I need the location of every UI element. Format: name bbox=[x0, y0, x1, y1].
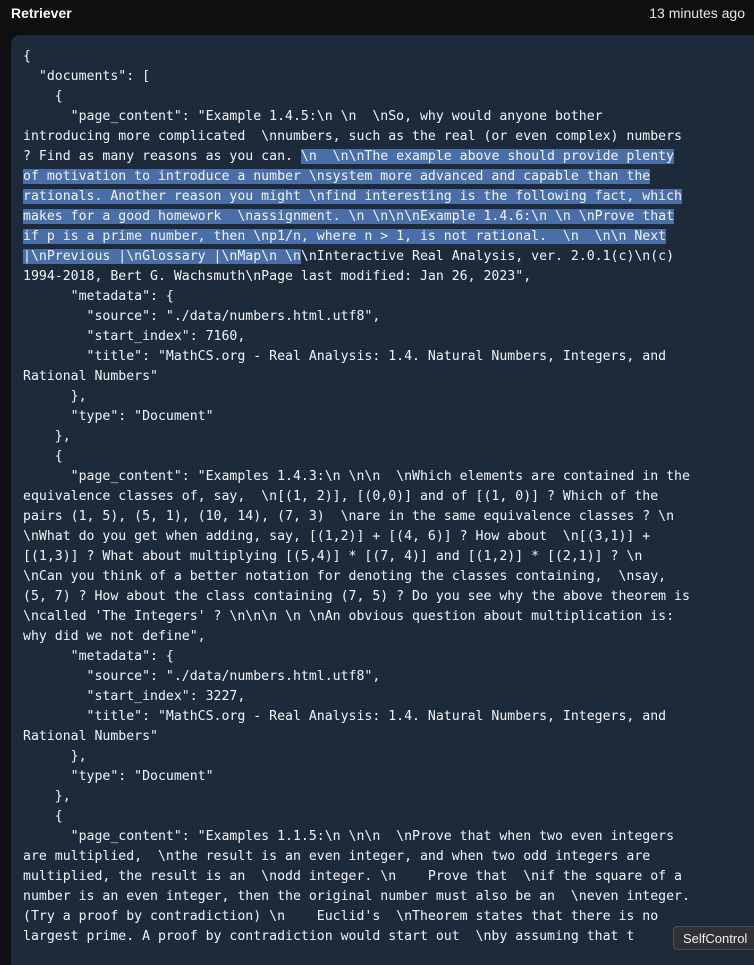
code-line: }, bbox=[23, 749, 87, 764]
code-line: (Try a proof by contradiction) \n Euclid… bbox=[23, 909, 659, 924]
code-line: "page_content": "Examples 1.1.5:\n \n\n … bbox=[23, 829, 675, 844]
code-line: }, bbox=[23, 429, 71, 444]
code-line: \nWhat do you get when adding, say, [(1,… bbox=[23, 529, 651, 544]
code-line: Rational Numbers" bbox=[23, 369, 158, 384]
code-line: pairs (1, 5), (5, 1), (10, 14), (7, 3) \… bbox=[23, 509, 675, 524]
code-line: "source": "./data/numbers.html.utf8", bbox=[23, 309, 381, 324]
selected-text: rationals. Another reason you might \nfi… bbox=[23, 189, 682, 204]
selected-text: makes for a good homework \nassignment. … bbox=[23, 209, 675, 224]
code-line: multiplied, the result is an \nodd integ… bbox=[23, 869, 682, 884]
code-line: { bbox=[23, 89, 63, 104]
code-line: }, bbox=[23, 389, 87, 404]
code-line: { bbox=[23, 49, 31, 64]
code-line: introducing more complicated \nnumbers, … bbox=[23, 129, 682, 144]
output-panel[interactable]: { "documents": [ { "page_content": "Exam… bbox=[11, 35, 754, 965]
code-line: \nInteractive Real Analysis, ver. 2.0.1(… bbox=[300, 249, 675, 264]
code-line: "title": "MathCS.org - Real Analysis: 1.… bbox=[23, 349, 667, 364]
code-line: (5, 7) ? How about the class containing … bbox=[23, 589, 690, 604]
code-line: "metadata": { bbox=[23, 649, 174, 664]
selected-text: if p is a prime number, then \np1/n, whe… bbox=[23, 229, 667, 244]
selfcontrol-label: SelfControl bbox=[683, 931, 748, 946]
code-line: 1994-2018, Bert G. Wachsmuth\nPage last … bbox=[23, 269, 532, 284]
code-line: why did we not define", bbox=[23, 629, 206, 644]
selfcontrol-button[interactable]: SelfControl bbox=[673, 926, 754, 950]
code-line: "source": "./data/numbers.html.utf8", bbox=[23, 669, 381, 684]
code-line: [(1,3)] ? What about multiplying [(5,4)]… bbox=[23, 549, 643, 564]
selected-text: \n \n\nThe example above should provide … bbox=[300, 149, 675, 164]
code-line: { bbox=[23, 809, 63, 824]
code-line: "metadata": { bbox=[23, 289, 174, 304]
node-title: Retriever bbox=[11, 5, 72, 21]
code-line: "type": "Document" bbox=[23, 769, 214, 784]
code-line: equivalence classes of, say, \n[(1, 2)],… bbox=[23, 489, 659, 504]
code-line: number is an even integer, then the orig… bbox=[23, 889, 690, 904]
code-line: }, bbox=[23, 789, 71, 804]
json-output[interactable]: { "documents": [ { "page_content": "Exam… bbox=[23, 47, 748, 947]
code-line: "start_index": 7160, bbox=[23, 329, 246, 344]
code-line: "documents": [ bbox=[23, 69, 151, 84]
code-line: are multiplied, \nthe result is an even … bbox=[23, 849, 651, 864]
code-line: \ncalled 'The Integers' ? \n\n\n \n \nAn… bbox=[23, 609, 675, 624]
code-line: "page_content": "Example 1.4.5:\n \n \nS… bbox=[23, 109, 603, 124]
code-line: ? Find as many reasons as you can. bbox=[23, 149, 301, 164]
code-line: "type": "Document" bbox=[23, 409, 214, 424]
code-line: "start_index": 3227, bbox=[23, 689, 246, 704]
selected-text: |\nPrevious |\nGlossary |\nMap\n \n bbox=[23, 249, 301, 264]
node-header: Retriever 13 minutes ago bbox=[0, 0, 754, 28]
timestamp: 13 minutes ago bbox=[649, 5, 745, 21]
code-line: "page_content": "Examples 1.4.3:\n \n\n … bbox=[23, 469, 690, 484]
code-line: \nCan you think of a better notation for… bbox=[23, 569, 667, 584]
code-line: { bbox=[23, 449, 63, 464]
code-line: Rational Numbers" bbox=[23, 729, 158, 744]
code-line: "title": "MathCS.org - Real Analysis: 1.… bbox=[23, 709, 667, 724]
selected-text: of motivation to introduce a number \nsy… bbox=[23, 169, 651, 184]
code-line: largest prime. A proof by contradiction … bbox=[23, 929, 635, 944]
